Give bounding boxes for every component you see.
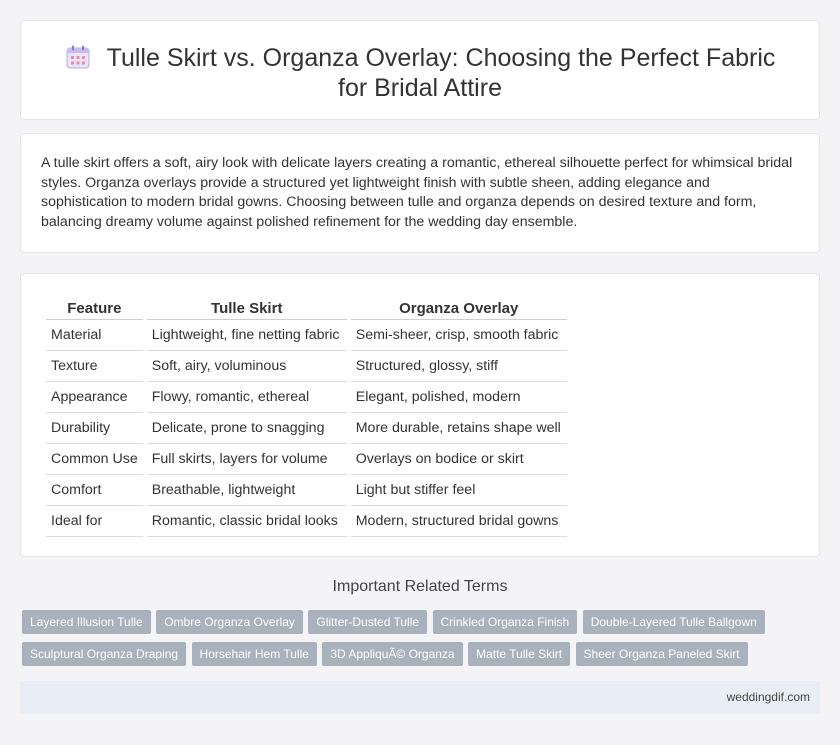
- table-cell: Ideal for: [46, 506, 143, 537]
- column-header: Organza Overlay: [350, 294, 567, 320]
- comparison-card: Feature Tulle Skirt Organza Overlay Mate…: [20, 273, 820, 557]
- related-term-tag[interactable]: Glitter-Dusted Tulle: [308, 610, 428, 634]
- intro-card: A tulle skirt offers a soft, airy look w…: [20, 133, 820, 253]
- related-term-tag[interactable]: Crinkled Organza Finish: [432, 610, 578, 634]
- related-term-tag[interactable]: Double-Layered Tulle Ballgown: [582, 610, 765, 634]
- table-cell: Appearance: [46, 382, 143, 413]
- related-term-tag[interactable]: Sheer Organza Paneled Skirt: [575, 642, 748, 666]
- table-cell: Texture: [46, 351, 143, 382]
- table-row: Comfort Breathable, lightweight Light bu…: [46, 475, 567, 506]
- table-cell: Comfort: [46, 475, 143, 506]
- related-terms-title: Important Related Terms: [332, 578, 508, 595]
- table-cell: More durable, retains shape well: [350, 413, 567, 444]
- related-term-tag[interactable]: Sculptural Organza Draping: [22, 642, 187, 666]
- table-header-row: Feature Tulle Skirt Organza Overlay: [46, 294, 567, 320]
- table-row: Durability Delicate, prone to snagging M…: [46, 413, 567, 444]
- table-cell: Elegant, polished, modern: [350, 382, 567, 413]
- table-cell: Romantic, classic bridal looks: [146, 506, 347, 537]
- related-term-tag[interactable]: Matte Tulle Skirt: [468, 642, 571, 666]
- table-cell: Material: [46, 320, 143, 351]
- related-term-tag[interactable]: Horsehair Hem Tulle: [191, 642, 317, 666]
- footer-site-name[interactable]: weddingdif.com: [727, 690, 810, 704]
- table-cell: Full skirts, layers for volume: [146, 444, 347, 475]
- comparison-table: Feature Tulle Skirt Organza Overlay Mate…: [42, 294, 571, 537]
- page-title-wrap: Tulle Skirt vs. Organza Overlay: Choosin…: [21, 43, 819, 103]
- table-row: Material Lightweight, fine netting fabri…: [46, 320, 567, 351]
- table-cell: Lightweight, fine netting fabric: [146, 320, 347, 351]
- related-term-tag[interactable]: 3D AppliquÃ© Organza: [322, 642, 463, 666]
- table-cell: Modern, structured bridal gowns: [350, 506, 567, 537]
- table-cell: Delicate, prone to snagging: [146, 413, 347, 444]
- table-row: Common Use Full skirts, layers for volum…: [46, 444, 567, 475]
- column-header: Tulle Skirt: [146, 294, 347, 320]
- footer-bar: weddingdif.com: [20, 681, 820, 714]
- table-cell: Overlays on bodice or skirt: [350, 444, 567, 475]
- intro-text: A tulle skirt offers a soft, airy look w…: [41, 155, 793, 230]
- related-term-tag[interactable]: Layered Illusion Tulle: [22, 610, 151, 634]
- table-cell: Soft, airy, voluminous: [146, 351, 347, 382]
- table-cell: Structured, glossy, stiff: [350, 351, 567, 382]
- table-cell: Durability: [46, 413, 143, 444]
- table-cell: Light but stiffer feel: [350, 475, 567, 506]
- related-terms-list: Layered Illusion Tulle Ombre Organza Ove…: [22, 610, 812, 674]
- page-title: Tulle Skirt vs. Organza Overlay: Choosin…: [106, 44, 776, 102]
- table-cell: Flowy, romantic, ethereal: [146, 382, 347, 413]
- related-term-tag[interactable]: Ombre Organza Overlay: [156, 610, 303, 634]
- table-row: Texture Soft, airy, voluminous Structure…: [46, 351, 567, 382]
- table-row: Ideal for Romantic, classic bridal looks…: [46, 506, 567, 537]
- table-row: Appearance Flowy, romantic, ethereal Ele…: [46, 382, 567, 413]
- calendar-icon: [66, 45, 90, 69]
- table-cell: Breathable, lightweight: [146, 475, 347, 506]
- column-header: Feature: [46, 294, 143, 320]
- header-card: Tulle Skirt vs. Organza Overlay: Choosin…: [20, 20, 820, 120]
- table-cell: Semi-sheer, crisp, smooth fabric: [350, 320, 567, 351]
- table-cell: Common Use: [46, 444, 143, 475]
